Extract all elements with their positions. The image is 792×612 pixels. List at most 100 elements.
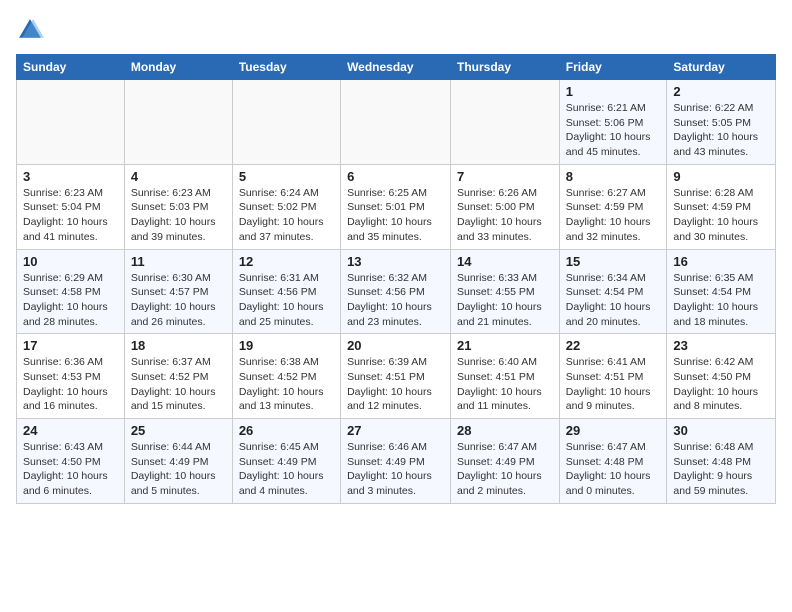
day-info: Sunrise: 6:36 AM Sunset: 4:53 PM Dayligh… <box>23 355 118 414</box>
calendar-cell: 20 Sunrise: 6:39 AM Sunset: 4:51 PM Dayli… <box>341 334 451 419</box>
calendar-week-row: 3 Sunrise: 6:23 AM Sunset: 5:04 PM Daylig… <box>17 164 776 249</box>
logo-icon <box>16 16 44 44</box>
calendar-cell: 27Sunrise: 6:46 AM Sunset: 4:49 PM Dayli… <box>341 419 451 504</box>
day-info: Sunrise: 6:42 AM Sunset: 4:50 PM Dayligh… <box>673 355 769 414</box>
day-number: 30 <box>673 423 769 438</box>
day-number: 24 <box>23 423 118 438</box>
calendar-cell: 9 Sunrise: 6:28 AM Sunset: 4:59 PM Daylig… <box>667 164 776 249</box>
day-number: 13 <box>347 254 444 269</box>
day-info: Sunrise: 6:25 AM Sunset: 5:01 PM Dayligh… <box>347 186 444 245</box>
calendar-week-row: 10 Sunrise: 6:29 AM Sunset: 4:58 PM Dayli… <box>17 249 776 334</box>
day-number: 20 <box>347 338 444 353</box>
day-info: Sunrise: 6:29 AM Sunset: 4:58 PM Dayligh… <box>23 271 118 330</box>
day-info: Sunrise: 6:21 AM Sunset: 5:06 PM Dayligh… <box>566 101 661 160</box>
calendar-cell: 7 Sunrise: 6:26 AM Sunset: 5:00 PM Daylig… <box>451 164 560 249</box>
day-info: Sunrise: 6:27 AM Sunset: 4:59 PM Dayligh… <box>566 186 661 245</box>
calendar-cell: 30Sunrise: 6:48 AM Sunset: 4:48 PM Dayli… <box>667 419 776 504</box>
calendar-cell <box>124 80 232 165</box>
day-number: 7 <box>457 169 553 184</box>
calendar-header: SundayMondayTuesdayWednesdayThursdayFrid… <box>17 55 776 80</box>
day-number: 9 <box>673 169 769 184</box>
calendar-cell: 12 Sunrise: 6:31 AM Sunset: 4:56 PM Dayli… <box>232 249 340 334</box>
day-info: Sunrise: 6:30 AM Sunset: 4:57 PM Dayligh… <box>131 271 226 330</box>
calendar-cell: 5 Sunrise: 6:24 AM Sunset: 5:02 PM Daylig… <box>232 164 340 249</box>
day-info: Sunrise: 6:46 AM Sunset: 4:49 PM Dayligh… <box>347 440 444 499</box>
day-info: Sunrise: 6:31 AM Sunset: 4:56 PM Dayligh… <box>239 271 334 330</box>
weekday-header: Saturday <box>667 55 776 80</box>
day-number: 10 <box>23 254 118 269</box>
calendar-week-row: 1 Sunrise: 6:21 AM Sunset: 5:06 PM Daylig… <box>17 80 776 165</box>
day-number: 12 <box>239 254 334 269</box>
calendar-cell: 23 Sunrise: 6:42 AM Sunset: 4:50 PM Dayli… <box>667 334 776 419</box>
calendar-cell: 4 Sunrise: 6:23 AM Sunset: 5:03 PM Daylig… <box>124 164 232 249</box>
day-info: Sunrise: 6:32 AM Sunset: 4:56 PM Dayligh… <box>347 271 444 330</box>
calendar-cell: 11Sunrise: 6:30 AM Sunset: 4:57 PM Dayli… <box>124 249 232 334</box>
day-info: Sunrise: 6:23 AM Sunset: 5:04 PM Dayligh… <box>23 186 118 245</box>
day-info: Sunrise: 6:47 AM Sunset: 4:49 PM Dayligh… <box>457 440 553 499</box>
day-number: 3 <box>23 169 118 184</box>
day-info: Sunrise: 6:41 AM Sunset: 4:51 PM Dayligh… <box>566 355 661 414</box>
calendar-cell: 16Sunrise: 6:35 AM Sunset: 4:54 PM Dayli… <box>667 249 776 334</box>
calendar-cell: 3 Sunrise: 6:23 AM Sunset: 5:04 PM Daylig… <box>17 164 125 249</box>
day-info: Sunrise: 6:44 AM Sunset: 4:49 PM Dayligh… <box>131 440 226 499</box>
calendar-cell <box>17 80 125 165</box>
weekday-header: Tuesday <box>232 55 340 80</box>
day-number: 22 <box>566 338 661 353</box>
day-info: Sunrise: 6:47 AM Sunset: 4:48 PM Dayligh… <box>566 440 661 499</box>
day-number: 25 <box>131 423 226 438</box>
day-number: 26 <box>239 423 334 438</box>
day-info: Sunrise: 6:33 AM Sunset: 4:55 PM Dayligh… <box>457 271 553 330</box>
calendar-cell: 6 Sunrise: 6:25 AM Sunset: 5:01 PM Daylig… <box>341 164 451 249</box>
day-info: Sunrise: 6:24 AM Sunset: 5:02 PM Dayligh… <box>239 186 334 245</box>
calendar-week-row: 24Sunrise: 6:43 AM Sunset: 4:50 PM Dayli… <box>17 419 776 504</box>
logo <box>16 16 48 44</box>
day-number: 23 <box>673 338 769 353</box>
day-info: Sunrise: 6:22 AM Sunset: 5:05 PM Dayligh… <box>673 101 769 160</box>
day-info: Sunrise: 6:38 AM Sunset: 4:52 PM Dayligh… <box>239 355 334 414</box>
calendar-cell: 10 Sunrise: 6:29 AM Sunset: 4:58 PM Dayli… <box>17 249 125 334</box>
calendar-cell: 13 Sunrise: 6:32 AM Sunset: 4:56 PM Dayli… <box>341 249 451 334</box>
day-number: 17 <box>23 338 118 353</box>
weekday-header: Friday <box>559 55 667 80</box>
day-number: 29 <box>566 423 661 438</box>
calendar-cell: 24Sunrise: 6:43 AM Sunset: 4:50 PM Dayli… <box>17 419 125 504</box>
day-number: 2 <box>673 84 769 99</box>
calendar-cell: 14 Sunrise: 6:33 AM Sunset: 4:55 PM Dayli… <box>451 249 560 334</box>
weekday-header: Wednesday <box>341 55 451 80</box>
day-number: 5 <box>239 169 334 184</box>
calendar-cell: 25 Sunrise: 6:44 AM Sunset: 4:49 PM Dayli… <box>124 419 232 504</box>
day-info: Sunrise: 6:23 AM Sunset: 5:03 PM Dayligh… <box>131 186 226 245</box>
page-header <box>16 16 776 44</box>
calendar-cell: 28Sunrise: 6:47 AM Sunset: 4:49 PM Dayli… <box>451 419 560 504</box>
day-number: 4 <box>131 169 226 184</box>
calendar-cell: 22 Sunrise: 6:41 AM Sunset: 4:51 PM Dayli… <box>559 334 667 419</box>
day-info: Sunrise: 6:26 AM Sunset: 5:00 PM Dayligh… <box>457 186 553 245</box>
day-info: Sunrise: 6:35 AM Sunset: 4:54 PM Dayligh… <box>673 271 769 330</box>
calendar-cell <box>341 80 451 165</box>
day-number: 8 <box>566 169 661 184</box>
day-info: Sunrise: 6:39 AM Sunset: 4:51 PM Dayligh… <box>347 355 444 414</box>
calendar-cell <box>232 80 340 165</box>
calendar-cell: 1 Sunrise: 6:21 AM Sunset: 5:06 PM Daylig… <box>559 80 667 165</box>
calendar-cell: 29 Sunrise: 6:47 AM Sunset: 4:48 PM Dayli… <box>559 419 667 504</box>
calendar-cell: 17 Sunrise: 6:36 AM Sunset: 4:53 PM Dayli… <box>17 334 125 419</box>
calendar-cell: 26Sunrise: 6:45 AM Sunset: 4:49 PM Dayli… <box>232 419 340 504</box>
weekday-header: Sunday <box>17 55 125 80</box>
day-number: 6 <box>347 169 444 184</box>
calendar-cell <box>451 80 560 165</box>
day-info: Sunrise: 6:40 AM Sunset: 4:51 PM Dayligh… <box>457 355 553 414</box>
day-number: 21 <box>457 338 553 353</box>
calendar-week-row: 17 Sunrise: 6:36 AM Sunset: 4:53 PM Dayli… <box>17 334 776 419</box>
calendar-cell: 21 Sunrise: 6:40 AM Sunset: 4:51 PM Dayli… <box>451 334 560 419</box>
day-number: 1 <box>566 84 661 99</box>
day-info: Sunrise: 6:28 AM Sunset: 4:59 PM Dayligh… <box>673 186 769 245</box>
calendar-cell: 19 Sunrise: 6:38 AM Sunset: 4:52 PM Dayli… <box>232 334 340 419</box>
calendar-table: SundayMondayTuesdayWednesdayThursdayFrid… <box>16 54 776 504</box>
day-number: 19 <box>239 338 334 353</box>
day-number: 14 <box>457 254 553 269</box>
calendar-cell: 8 Sunrise: 6:27 AM Sunset: 4:59 PM Daylig… <box>559 164 667 249</box>
weekday-header: Monday <box>124 55 232 80</box>
calendar-cell: 2 Sunrise: 6:22 AM Sunset: 5:05 PM Daylig… <box>667 80 776 165</box>
day-number: 18 <box>131 338 226 353</box>
day-number: 15 <box>566 254 661 269</box>
